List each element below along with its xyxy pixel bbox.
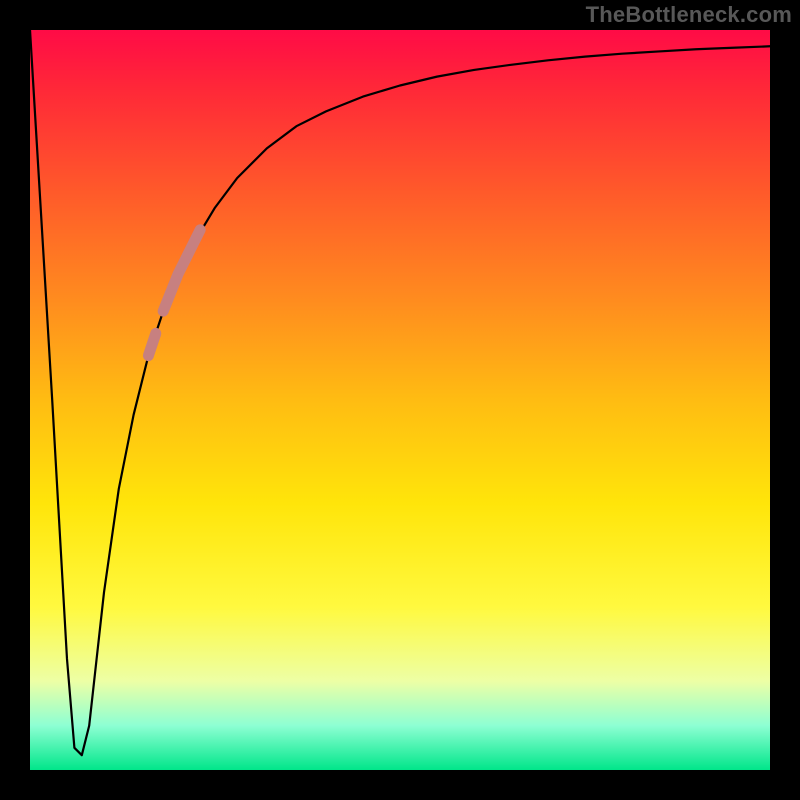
highlight-gap bbox=[148, 333, 155, 355]
curve-svg bbox=[30, 30, 770, 770]
attribution-text: TheBottleneck.com bbox=[586, 2, 792, 28]
highlight-segment bbox=[163, 230, 200, 311]
bottleneck-curve bbox=[30, 30, 770, 755]
chart-container: TheBottleneck.com bbox=[0, 0, 800, 800]
plot-area bbox=[30, 30, 770, 770]
